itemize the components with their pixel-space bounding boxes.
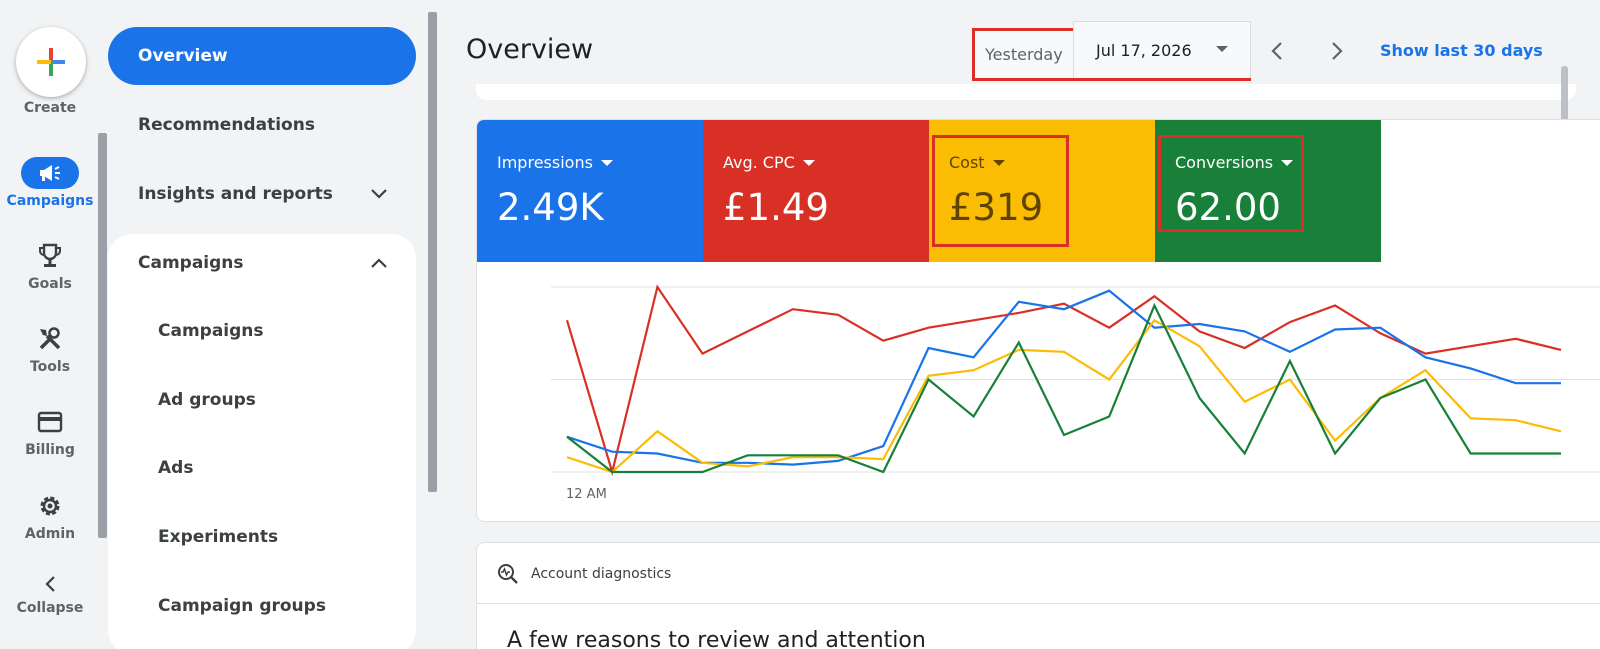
date-select[interactable]: Jul 17, 2026 — [1073, 21, 1251, 78]
diagnostics-search-icon — [498, 564, 518, 584]
metric-value-impressions: 2.49K — [497, 186, 604, 229]
rail-label-goals: Goals — [28, 276, 72, 292]
credit-card-icon — [37, 411, 63, 433]
dropdown-caret-icon — [600, 159, 613, 166]
chart-grid — [551, 286, 1600, 473]
tools-icon — [39, 327, 61, 350]
series-line-3 — [566, 302, 1561, 474]
create-label: Create — [23, 100, 77, 116]
nav-label-insights: Insights and reports — [138, 184, 333, 204]
rail-label-billing: Billing — [25, 442, 75, 458]
chevron-left-icon — [1271, 42, 1282, 60]
rail-label-campaigns: Campaigns — [6, 193, 94, 209]
nav-sub-campaigns[interactable]: Campaigns — [158, 321, 264, 341]
gear-icon — [40, 496, 60, 516]
chevron-left-icon — [45, 576, 55, 592]
nav-item-insights[interactable]: Insights and reports — [108, 174, 416, 214]
nav-sub-ad-groups[interactable]: Ad groups — [158, 390, 256, 410]
rail-item-collapse[interactable]: Collapse — [0, 570, 100, 616]
chevron-down-icon — [371, 189, 387, 199]
page-title: Overview — [466, 34, 594, 65]
diagnostics-header: Account diagnostics — [497, 563, 671, 585]
highlight-cost — [932, 135, 1069, 247]
nav-item-recommendations[interactable]: Recommendations — [108, 105, 416, 145]
nav-item-overview[interactable]: Overview — [108, 27, 416, 85]
metric-impressions[interactable]: Impressions 2.49K — [477, 120, 703, 262]
rail-scrollbar[interactable] — [98, 133, 107, 538]
rail-label-admin: Admin — [24, 526, 76, 542]
nav-campaigns-card: Campaigns Campaigns Ad groups Ads Experi… — [108, 234, 416, 649]
overview-card: Impressions 2.49K Avg. CPC £1.49 Cost £3… — [476, 119, 1600, 522]
dropdown-caret-icon — [802, 159, 815, 166]
diagnostics-title: Account diagnostics — [531, 566, 672, 582]
nav-label-campaigns-section: Campaigns — [138, 253, 244, 273]
chevron-up-icon — [371, 258, 387, 268]
series-line-2 — [566, 318, 1562, 474]
metric-value-avg-cpc: £1.49 — [723, 186, 829, 229]
divider — [477, 603, 1600, 604]
nav-label-recommendations: Recommendations — [138, 115, 315, 135]
nav-sub-campaign-groups[interactable]: Campaign groups — [158, 596, 326, 616]
nav-sub-experiments[interactable]: Experiments — [158, 527, 278, 547]
nav-panel: Overview Recommendations Insights and re… — [108, 0, 428, 649]
highlight-conversions — [1158, 135, 1304, 232]
date-value: Jul 17, 2026 — [1096, 40, 1192, 60]
rail-item-tools[interactable]: Tools — [0, 323, 100, 375]
date-range-picker: Yesterday Jul 17, 2026 — [972, 21, 1251, 81]
dropdown-caret-icon — [1216, 46, 1228, 52]
top-card-edge — [476, 84, 1576, 100]
metric-avg-cpc[interactable]: Avg. CPC £1.49 — [703, 120, 929, 262]
create-button[interactable] — [16, 27, 86, 97]
date-preset-label[interactable]: Yesterday — [975, 45, 1075, 64]
rail-item-admin[interactable]: Admin — [0, 490, 100, 542]
trophy-icon — [39, 243, 61, 267]
next-period-button[interactable] — [1326, 36, 1348, 66]
x-axis-start-label: 12 AM — [566, 487, 607, 502]
left-rail: Create Campaigns Goals Tools Billing Adm… — [0, 0, 100, 649]
plus-icon — [37, 48, 65, 76]
diagnostics-card: Account diagnostics A few reasons to rev… — [476, 542, 1600, 649]
rail-label-tools: Tools — [29, 359, 71, 375]
metric-label-avg-cpc[interactable]: Avg. CPC — [723, 153, 815, 172]
megaphone-icon — [40, 165, 60, 181]
previous-period-button[interactable] — [1266, 36, 1288, 66]
metric-label-text: Impressions — [497, 153, 593, 172]
rail-item-billing[interactable]: Billing — [0, 406, 100, 458]
rail-label-collapse: Collapse — [16, 600, 84, 616]
show-last-30-days-link[interactable]: Show last 30 days — [1380, 41, 1543, 60]
nav-item-campaigns-section[interactable]: Campaigns — [108, 243, 416, 283]
chevron-right-icon — [1332, 42, 1343, 60]
nav-scrollbar[interactable] — [428, 12, 437, 492]
diagnostics-text: A few reasons to review and attention — [507, 628, 926, 649]
nav-sub-ads[interactable]: Ads — [158, 458, 193, 478]
performance-chart: 12 AM — [551, 284, 1600, 502]
rail-item-goals[interactable]: Goals — [0, 240, 100, 292]
metric-label-impressions[interactable]: Impressions — [497, 153, 613, 172]
rail-item-campaigns[interactable]: Campaigns — [0, 157, 100, 209]
metric-label-text: Avg. CPC — [723, 153, 795, 172]
